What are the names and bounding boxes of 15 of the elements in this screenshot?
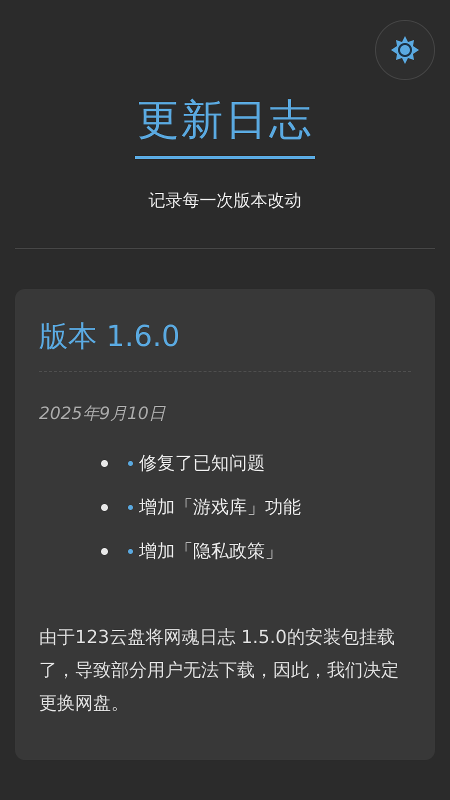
dot-icon	[128, 504, 133, 510]
release-note: 由于123云盘将网魂日志 1.5.0的安装包挂载了，导致部分用户无法下载，因此，我们决定更换网盘。	[39, 626, 400, 716]
dot-icon	[128, 548, 133, 554]
bullet-icon	[101, 460, 108, 466]
sun-icon	[390, 35, 420, 65]
bullet-icon	[101, 548, 108, 554]
bullet-icon	[101, 504, 108, 510]
change-item: 增加「游戏库」功能	[139, 496, 301, 519]
dot-icon	[128, 460, 133, 466]
page-subtitle: 记录每一次版本改动	[148, 190, 302, 212]
release-date: 2025年9月10日	[39, 403, 167, 425]
version-heading: 版本 1.6.0	[39, 317, 411, 372]
page-title: 更新日志	[135, 92, 315, 159]
change-item: 增加「隐私政策」	[139, 540, 283, 563]
change-item: 修复了已知问题	[139, 452, 265, 475]
